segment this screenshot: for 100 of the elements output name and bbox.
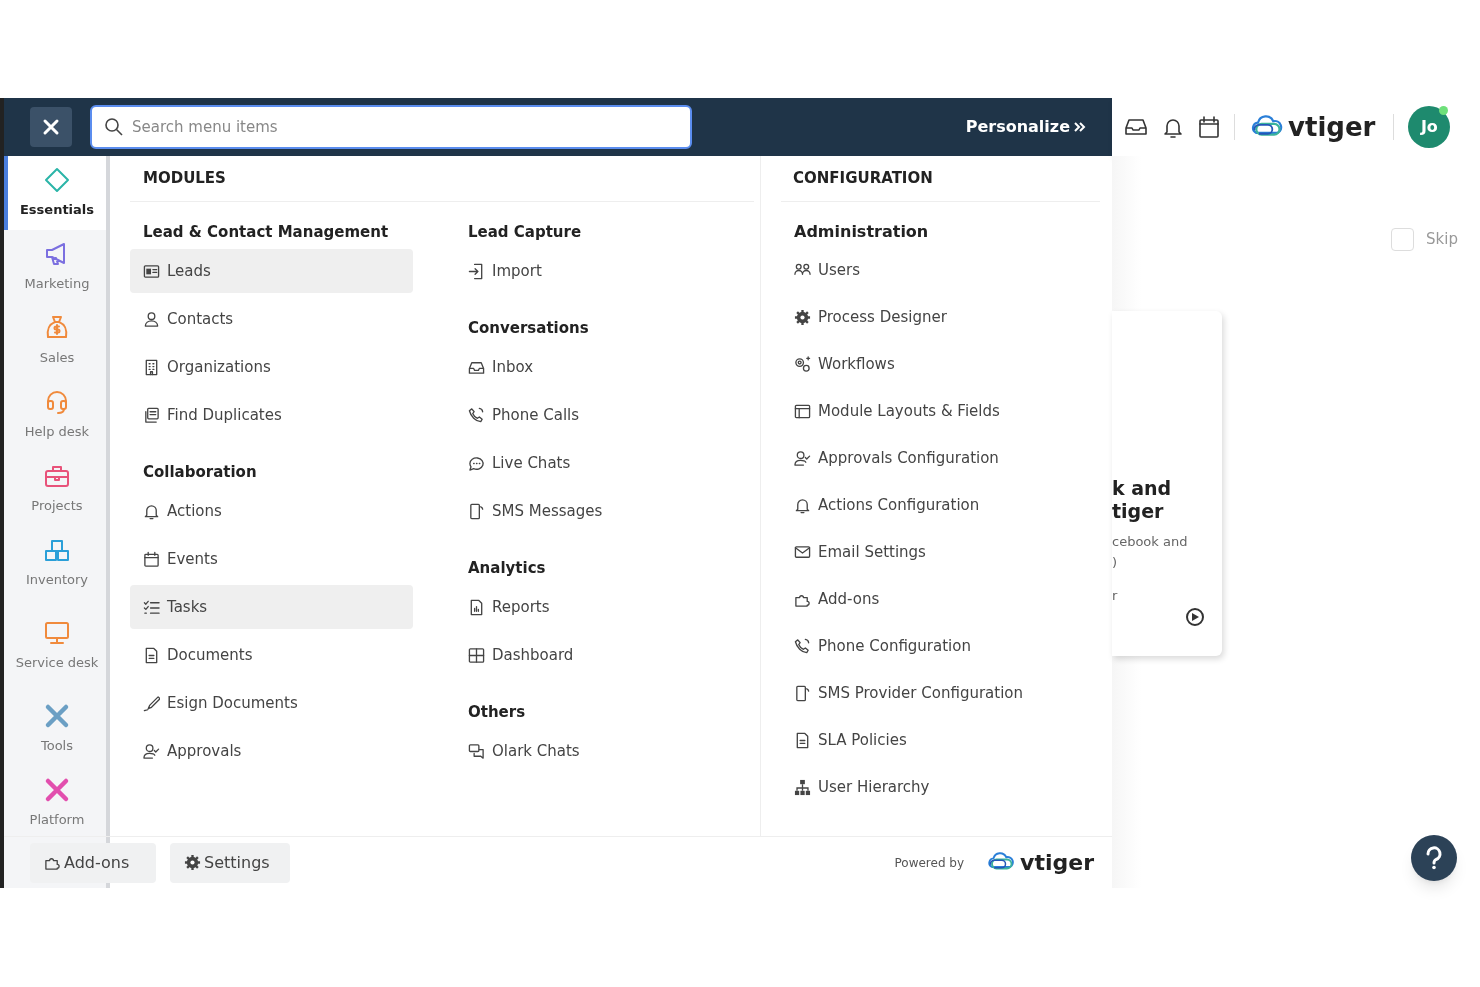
menu-item[interactable]: Process Designer <box>781 296 1100 339</box>
grid-icon <box>468 646 485 664</box>
card-text: ) <box>1112 554 1119 572</box>
menu-item[interactable]: Users <box>781 249 1100 292</box>
close-icon <box>42 118 60 136</box>
sidebar-item[interactable]: Projects <box>4 452 106 526</box>
menu-item[interactable]: Documents <box>130 633 413 677</box>
footer-button[interactable]: Add-ons <box>30 842 156 883</box>
powered-by-text: Powered by <box>894 854 965 872</box>
help-button[interactable] <box>1411 835 1457 881</box>
sidebar-item[interactable]: Help desk <box>4 378 106 452</box>
menu-item[interactable]: SMS Provider Configuration <box>781 672 1100 715</box>
menu-item[interactable]: User Hierarchy <box>781 766 1100 809</box>
checkbox[interactable] <box>1391 228 1415 251</box>
chevron-icon <box>1074 121 1086 133</box>
sidebar-item[interactable]: Service desk <box>4 600 106 692</box>
sidebar-item[interactable]: Inventory <box>4 526 106 600</box>
section-title: CONFIGURATION <box>793 168 933 190</box>
menu-item[interactable]: Leads <box>130 249 413 293</box>
document-icon <box>143 646 160 664</box>
hierarchy-icon <box>794 779 811 796</box>
mobile-icon <box>468 502 485 520</box>
personalize-button[interactable]: Personalize <box>965 115 1086 139</box>
search-input: Search menu items <box>132 115 678 139</box>
report-icon <box>468 598 485 616</box>
inbox-button[interactable] <box>1124 116 1148 138</box>
play-button[interactable] <box>1186 608 1204 626</box>
sidebar-item[interactable]: Sales <box>4 304 106 378</box>
card-title: k and <box>1112 477 1173 500</box>
menu-item[interactable]: Reports <box>455 585 754 629</box>
group-heading: Conversations <box>467 317 590 339</box>
card-text: cebook and <box>1112 533 1189 551</box>
document-icon <box>794 732 811 749</box>
menu-item[interactable]: Inbox <box>455 345 754 389</box>
menu-item[interactable]: Actions <box>130 489 413 533</box>
menu-item[interactable]: Phone Calls <box>455 393 754 437</box>
menu-item[interactable]: Dashboard <box>455 633 754 677</box>
calendar-icon <box>143 550 160 568</box>
brand-name: vtiger <box>1020 849 1094 877</box>
menu-item[interactable]: SLA Policies <box>781 719 1100 762</box>
card-text: r <box>1112 587 1119 605</box>
menu-item[interactable]: Find Duplicates <box>130 393 413 437</box>
menu-item[interactable]: Organizations <box>130 345 413 389</box>
mobile-icon <box>794 685 811 702</box>
inbox-icon <box>1124 116 1148 138</box>
group-heading: Others <box>467 701 527 723</box>
sidebar-item[interactable]: Marketing <box>4 230 106 304</box>
gears-icon <box>794 356 811 373</box>
menu-item[interactable]: Workflows <box>781 343 1100 386</box>
card-title: tiger <box>1112 500 1165 523</box>
calendar-icon <box>1198 115 1220 139</box>
bell-icon <box>794 497 811 514</box>
menu-item[interactable]: Email Settings <box>781 531 1100 574</box>
search-field[interactable]: Search menu items <box>90 105 692 149</box>
bell-icon <box>143 502 160 520</box>
menu-item[interactable]: Live Chats <box>455 441 754 485</box>
group-heading: Administration <box>793 221 930 243</box>
sidebar-item[interactable]: Essentials <box>4 156 106 230</box>
person-icon <box>143 310 160 328</box>
footer-button[interactable]: Settings <box>170 842 290 883</box>
building-icon <box>143 358 160 376</box>
id-card-icon <box>143 262 160 280</box>
menu-item[interactable]: Approvals <box>130 729 413 773</box>
menu-item[interactable]: Phone Configuration <box>781 625 1100 668</box>
menu-item[interactable]: Add-ons <box>781 578 1100 621</box>
menu-item[interactable]: Import <box>455 249 754 293</box>
gear-icon <box>794 309 811 326</box>
import-icon <box>468 262 485 280</box>
copy-icon <box>143 406 160 424</box>
sidebar-item[interactable]: Platform <box>4 766 106 840</box>
mail-icon <box>794 544 811 561</box>
menu-item[interactable]: Esign Documents <box>130 681 413 725</box>
group-heading: Collaboration <box>142 461 258 483</box>
person-check-icon <box>143 742 160 760</box>
group-heading: Lead Capture <box>467 221 583 243</box>
close-button[interactable] <box>30 107 72 147</box>
menu-item[interactable]: Events <box>130 537 413 581</box>
skip-label: Skip <box>1426 229 1458 251</box>
play-icon <box>1191 613 1199 621</box>
person-check-icon <box>794 450 811 467</box>
menu-item[interactable]: Actions Configuration <box>781 484 1100 527</box>
menu-item[interactable]: SMS Messages <box>455 489 754 533</box>
brand-name: vtiger <box>1288 110 1376 144</box>
layout-icon <box>794 403 811 420</box>
section-title: MODULES <box>143 168 226 190</box>
menu-item[interactable]: Tasks <box>130 585 413 629</box>
menu-item[interactable]: Olark Chats <box>455 729 754 773</box>
menu-item[interactable]: Approvals Configuration <box>781 437 1100 480</box>
sidebar-item[interactable]: Tools <box>4 692 106 766</box>
menu-item[interactable]: Module Layouts & Fields <box>781 390 1100 433</box>
checklist-icon <box>143 598 160 616</box>
avatar-button[interactable]: Jo <box>1408 106 1451 148</box>
group-heading: Lead & Contact Management <box>142 221 390 243</box>
chats-icon <box>468 742 485 760</box>
menu-item[interactable]: Contacts <box>130 297 413 341</box>
calendar-button[interactable] <box>1198 115 1220 139</box>
pen-icon <box>143 694 160 712</box>
chat-bubble-icon <box>468 454 485 472</box>
gear-icon <box>184 854 201 871</box>
group-heading: Analytics <box>467 557 547 579</box>
